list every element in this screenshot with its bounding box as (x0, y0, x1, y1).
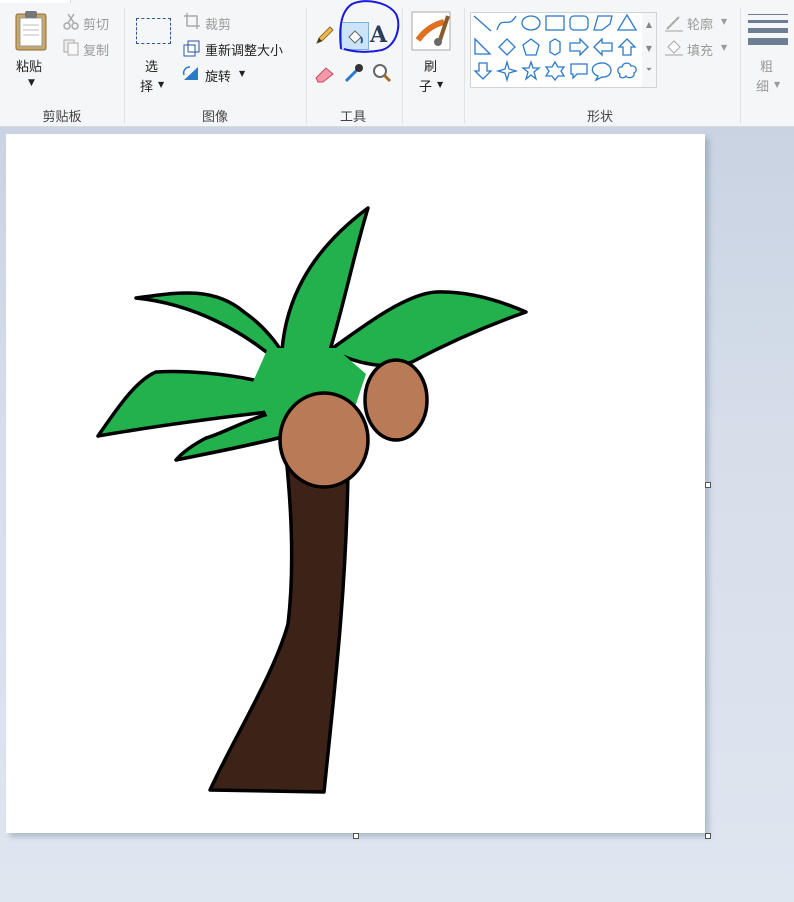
divider (306, 8, 307, 124)
selection-annotation (339, 0, 400, 53)
outline-button[interactable]: 轮廓 (687, 14, 713, 33)
diamond-shape[interactable] (498, 38, 516, 56)
brushes-button[interactable]: 刷 子 ▼ (410, 10, 454, 98)
crop-button[interactable]: 裁剪 (205, 14, 231, 33)
rounded-rectangle-shape[interactable] (569, 15, 589, 31)
rotate-button[interactable]: 旋转 (205, 66, 231, 85)
chevron-down-icon: ▼ (721, 17, 728, 26)
copy-icon (63, 39, 79, 56)
drawing-canvas[interactable] (6, 134, 705, 833)
cut-button[interactable]: 剪切 (83, 14, 109, 33)
chevron-down-icon: ▼ (158, 80, 165, 89)
size-button[interactable]: 粗 细 ▼ (746, 12, 790, 98)
chevron-down-icon: ▼ (239, 69, 246, 78)
shapes-group-label: 形状 (586, 110, 613, 125)
resize-handle-right[interactable] (705, 482, 711, 488)
paste-button[interactable]: 粘贴 ▼ (8, 8, 56, 96)
fill-button[interactable]: 填充 (687, 40, 713, 59)
chevron-down-icon: ▼ (774, 80, 781, 89)
scroll-down-icon[interactable]: ▼ (642, 43, 656, 54)
right-arrow-shape[interactable] (569, 37, 589, 57)
triangle-shape[interactable] (616, 13, 638, 31)
clipboard-icon (15, 11, 47, 51)
eraser-icon[interactable] (314, 64, 336, 84)
scroll-up-icon[interactable]: ▲ (642, 19, 656, 30)
divider (124, 8, 125, 124)
select-label-1: 选 (145, 60, 159, 75)
coconut (363, 358, 429, 442)
resize-icon (183, 40, 200, 57)
size-label-1: 粗 (760, 60, 774, 75)
palm-tree-drawing (96, 206, 528, 794)
resize-handle-bottom[interactable] (353, 833, 359, 839)
brushes-label-1: 刷 (424, 60, 438, 75)
select-button[interactable]: 选 择 ▼ (134, 12, 174, 98)
select-rectangle-icon (136, 18, 171, 44)
brush-icon (411, 11, 451, 51)
resize-button[interactable]: 重新调整大小 (205, 40, 283, 59)
chevron-down-icon: ▼ (721, 43, 728, 52)
divider (740, 8, 741, 124)
trunk (208, 454, 350, 794)
six-point-star-shape[interactable] (544, 60, 566, 82)
tab-home[interactable] (0, 0, 71, 3)
cloud-callout-shape[interactable] (617, 62, 637, 79)
right-triangle-shape[interactable] (474, 37, 492, 55)
divider (464, 8, 465, 124)
magnifier-icon[interactable] (371, 62, 393, 84)
clipboard-group-label: 剪贴板 (42, 110, 82, 125)
outline-icon (665, 16, 683, 32)
rectangle-shape[interactable] (545, 15, 565, 31)
leaf (134, 291, 286, 362)
brushes-label-2: 子 (419, 80, 433, 95)
expand-gallery-icon[interactable]: ⏷ (642, 64, 656, 75)
chevron-down-icon: ▼ (28, 78, 35, 88)
down-arrow-shape[interactable] (473, 62, 493, 80)
four-point-star-shape[interactable] (495, 59, 519, 83)
resize-handle-corner[interactable] (705, 833, 711, 839)
hexagon-shape[interactable] (549, 38, 561, 56)
left-arrow-shape[interactable] (593, 37, 613, 57)
five-point-star-shape[interactable] (521, 59, 541, 81)
divider (402, 8, 403, 124)
tools-group-label: 工具 (339, 110, 366, 125)
crop-icon (184, 13, 200, 29)
line-shape[interactable] (473, 15, 492, 32)
color-picker-icon[interactable] (343, 62, 365, 84)
ribbon: 粘贴 ▼ 剪切 复制 剪贴板 选 择 ▼ 裁剪 重新调整大小 旋转 ▼ 图像 A… (0, 0, 794, 127)
polygon-shape[interactable] (593, 15, 613, 31)
paste-label: 粘贴 (16, 60, 43, 75)
select-label-2: 择 (140, 80, 154, 95)
oval-callout-shape[interactable] (591, 62, 612, 82)
up-arrow-shape[interactable] (617, 38, 637, 56)
shapes-gallery-icons (473, 13, 638, 83)
size-icon (748, 14, 788, 45)
size-label-2: 细 (756, 80, 770, 95)
copy-button[interactable]: 复制 (83, 40, 109, 59)
curve-shape[interactable] (496, 15, 517, 31)
image-group-label: 图像 (201, 110, 228, 125)
oval-shape[interactable] (521, 15, 541, 31)
rounded-callout-shape[interactable] (570, 63, 588, 80)
pencil-icon[interactable] (314, 24, 336, 46)
leaf (280, 206, 370, 352)
leaf (328, 290, 528, 368)
pentagon-shape[interactable] (522, 38, 540, 56)
fill-shape-icon (665, 40, 683, 56)
rotate-icon (182, 66, 198, 80)
coconut (278, 391, 370, 489)
chevron-down-icon: ▼ (437, 80, 444, 89)
shapes-scroll[interactable]: ▲ ▼ ⏷ (642, 12, 657, 88)
scissors-icon (63, 13, 79, 30)
